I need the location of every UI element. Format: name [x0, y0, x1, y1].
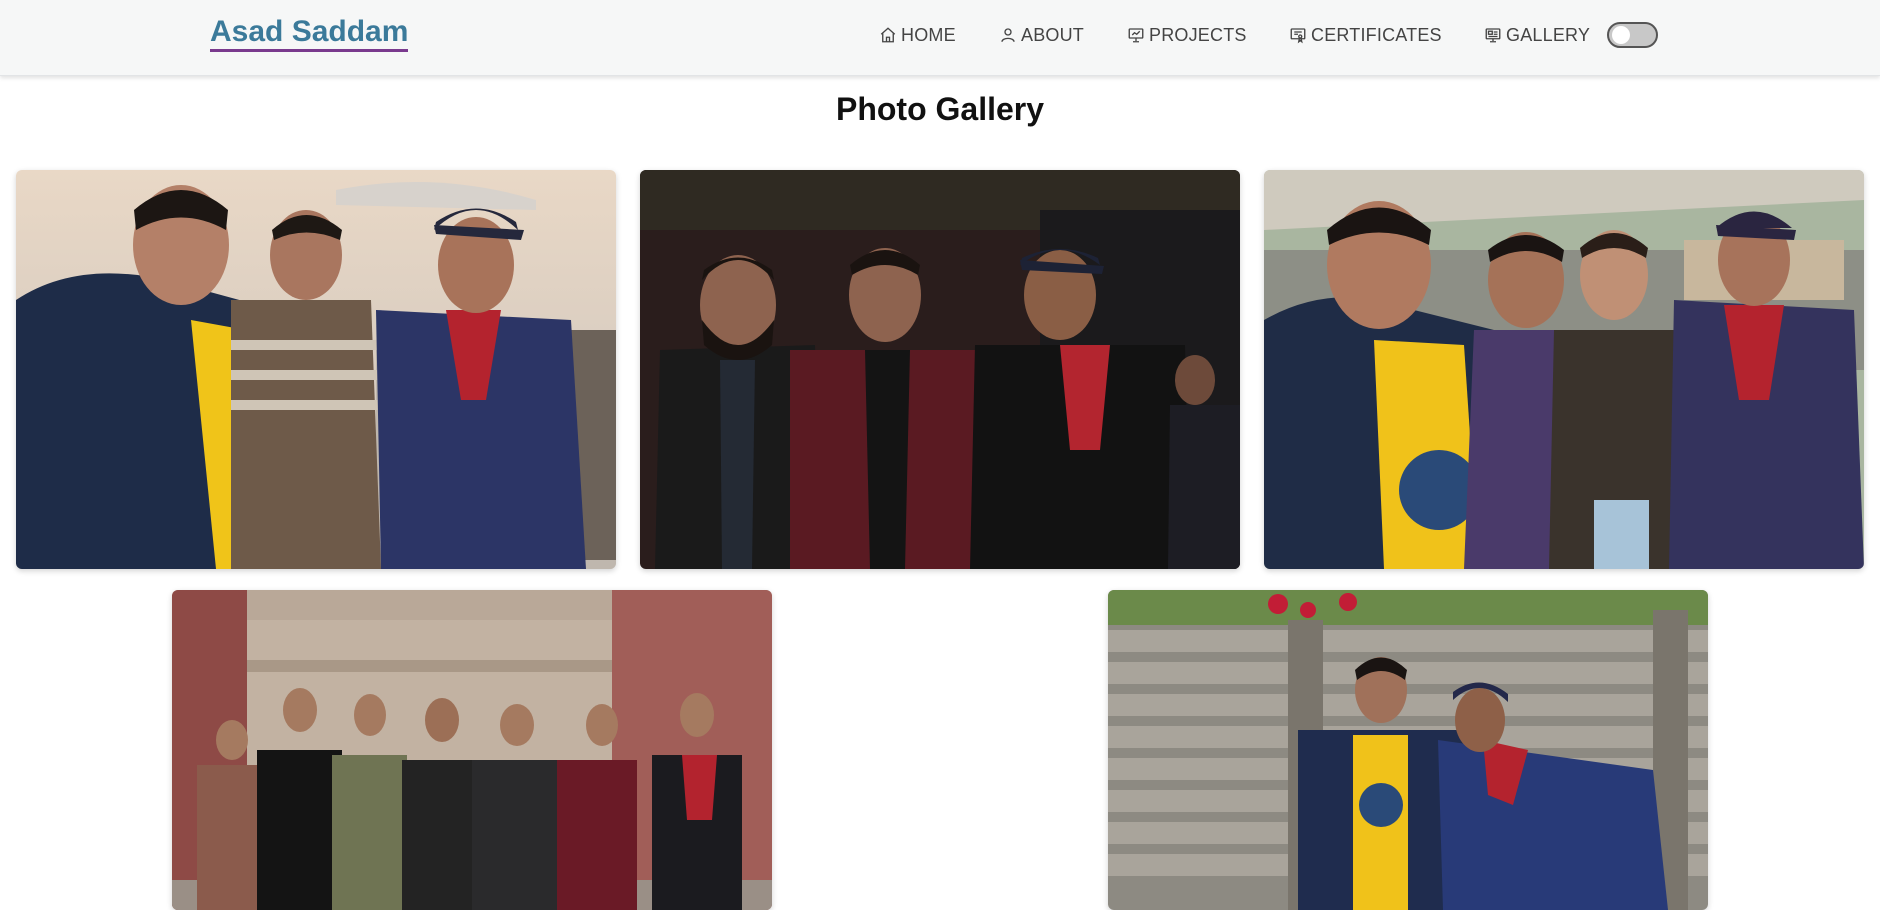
user-icon — [1001, 28, 1015, 42]
nav-about-link[interactable]: ABOUT — [999, 22, 1084, 48]
nav-home-label: HOME — [901, 24, 956, 45]
photo-group-selfie-terrace — [1264, 170, 1864, 569]
toggle-knob — [1612, 26, 1630, 44]
photo-group-selfie-outdoor-cafe — [16, 170, 616, 569]
gallery-photo-2[interactable] — [640, 170, 1240, 569]
gallery-photo-3[interactable] — [1264, 170, 1864, 569]
theme-toggle-switch[interactable] — [1607, 22, 1658, 48]
photo-group-photo-courtyard — [172, 590, 772, 910]
nav-projects-label: PROJECTS — [1149, 24, 1247, 45]
gallery-title: Photo Gallery — [835, 91, 1045, 127]
nav-about-label: ABOUT — [1021, 24, 1085, 45]
gallery-icon — [1485, 28, 1501, 43]
presentation-icon — [1128, 28, 1144, 43]
site-brand-link[interactable]: Asad Saddam — [210, 16, 409, 52]
nav-home-link[interactable]: HOME — [879, 22, 956, 48]
gallery-photo-4[interactable] — [172, 590, 772, 910]
gallery-photo-1[interactable] — [16, 170, 616, 569]
certificate-icon — [1290, 28, 1306, 44]
nav-gallery-link[interactable]: GALLERY — [1484, 22, 1590, 48]
nav-certificates-label: CERTIFICATES — [1311, 24, 1442, 45]
nav-gallery-label: GALLERY — [1506, 24, 1591, 45]
photo-three-friends-night — [640, 170, 1240, 569]
top-navbar: Asad Saddam HOME ABOUT PROJECTS CERTIFIC… — [0, 0, 1880, 76]
gallery-photo-5[interactable] — [1108, 590, 1708, 910]
photo-two-friends-wooden-fence — [1108, 590, 1708, 910]
nav-projects-link[interactable]: PROJECTS — [1127, 22, 1247, 48]
home-icon — [880, 27, 896, 43]
nav-certificates-link[interactable]: CERTIFICATES — [1289, 22, 1442, 48]
